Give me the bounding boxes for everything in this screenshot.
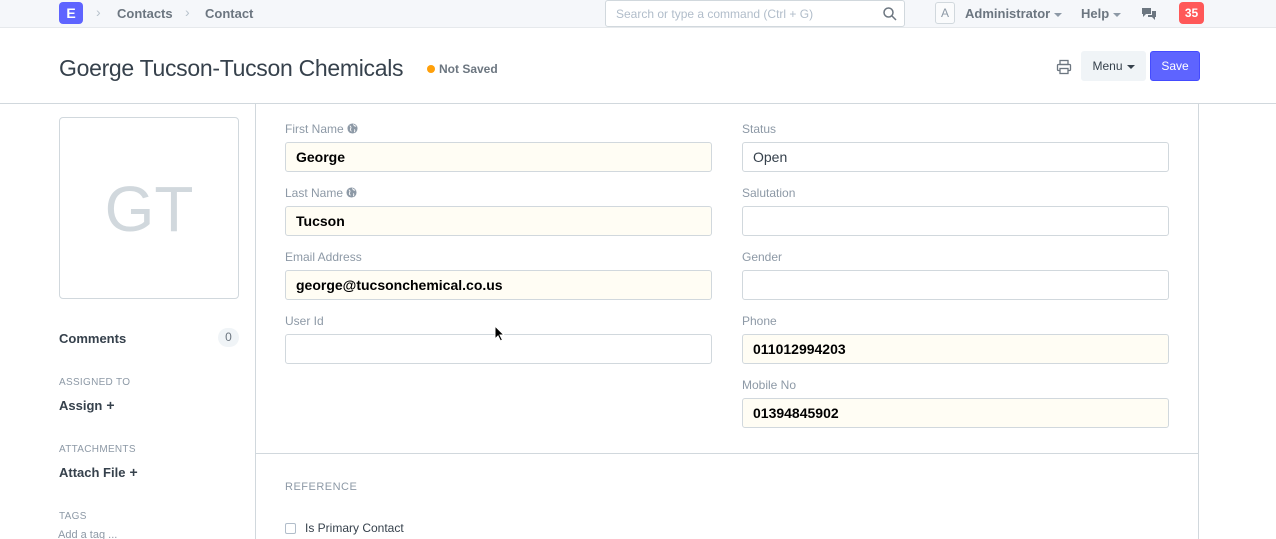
caret-down-icon (1054, 12, 1063, 17)
status-indicator: Not Saved (427, 62, 498, 76)
add-tag-input[interactable]: Add a tag ... (58, 529, 117, 539)
assign-link[interactable]: Assign + (59, 397, 115, 413)
user-id-label: User Id (285, 314, 324, 328)
section-divider (255, 453, 1199, 454)
phone-field[interactable]: 011012994203 (742, 334, 1169, 364)
chat-icon[interactable] (1141, 6, 1157, 22)
search-icon[interactable] (882, 6, 898, 22)
comments-label: Comments (59, 331, 127, 346)
primary-contact-label[interactable]: Is Primary Contact (305, 521, 404, 535)
chevron-right-icon: › (185, 4, 190, 20)
page-header: Goerge Tucson-Tucson Chemicals Not Saved… (0, 35, 1276, 104)
status-select[interactable]: Open (742, 142, 1169, 172)
assign-label: Assign (59, 398, 103, 413)
print-icon[interactable] (1056, 59, 1072, 75)
attach-file-link[interactable]: Attach File + (59, 464, 138, 480)
first-name-field[interactable]: George (285, 142, 712, 172)
attach-file-label: Attach File (59, 465, 126, 480)
app-logo[interactable]: E (59, 2, 83, 24)
caret-down-icon (1113, 12, 1122, 17)
salutation-label: Salutation (742, 186, 796, 200)
primary-contact-checkbox[interactable] (285, 523, 296, 534)
notifications-badge[interactable]: 35 (1179, 2, 1204, 24)
attachments-heading: ATTACHMENTS (59, 444, 136, 455)
reference-section-heading: REFERENCE (285, 481, 358, 493)
contact-avatar[interactable]: GT (59, 117, 239, 299)
plus-icon: + (106, 397, 115, 413)
user-menu[interactable]: Administrator (965, 6, 1063, 21)
status-label: Status (742, 122, 777, 136)
breadcrumb-contacts[interactable]: Contacts (117, 6, 173, 21)
email-label: Email Address (285, 250, 362, 264)
email-field[interactable]: george@tucsonchemical.co.us (285, 270, 712, 300)
comments-count-badge: 0 (218, 328, 239, 347)
status-text: Not Saved (439, 62, 498, 76)
help-label: Help (1081, 6, 1110, 21)
help-menu[interactable]: Help (1081, 6, 1122, 21)
gender-field[interactable] (742, 270, 1169, 300)
menu-button[interactable]: Menu (1081, 51, 1146, 81)
page-title: Goerge Tucson-Tucson Chemicals (59, 55, 404, 81)
plus-icon: + (129, 464, 138, 480)
last-name-label-text: Last Name (285, 186, 344, 200)
tags-heading: TAGS (59, 511, 87, 522)
first-name-label-text: First Name (285, 122, 344, 136)
search-box[interactable] (605, 0, 905, 27)
user-name: Administrator (965, 6, 1051, 21)
top-navbar: E › Contacts › Contact A Administrator H… (0, 0, 1276, 28)
status-dot (427, 65, 435, 73)
first-name-label: First Name (285, 122, 358, 136)
breadcrumb-contact[interactable]: Contact (205, 6, 253, 21)
last-name-field[interactable]: Tucson (285, 206, 712, 236)
menu-label: Menu (1092, 59, 1123, 73)
avatar-initials: GT (104, 173, 194, 245)
gender-label: Gender (742, 250, 783, 264)
salutation-field[interactable] (742, 206, 1169, 236)
assigned-to-heading: ASSIGNED TO (59, 377, 131, 388)
search-input[interactable] (606, 1, 866, 26)
save-button[interactable]: Save (1150, 51, 1200, 81)
mouse-cursor-icon (494, 325, 506, 342)
phone-label: Phone (742, 314, 777, 328)
chevron-right-icon: › (96, 4, 101, 20)
mobile-no-label: Mobile No (742, 378, 797, 392)
last-name-label: Last Name (285, 186, 357, 200)
globe-icon (347, 123, 358, 134)
mobile-no-field[interactable]: 01394845902 (742, 398, 1169, 428)
caret-down-icon (1126, 64, 1135, 69)
user-avatar[interactable]: A (935, 2, 955, 24)
globe-icon (346, 187, 357, 198)
